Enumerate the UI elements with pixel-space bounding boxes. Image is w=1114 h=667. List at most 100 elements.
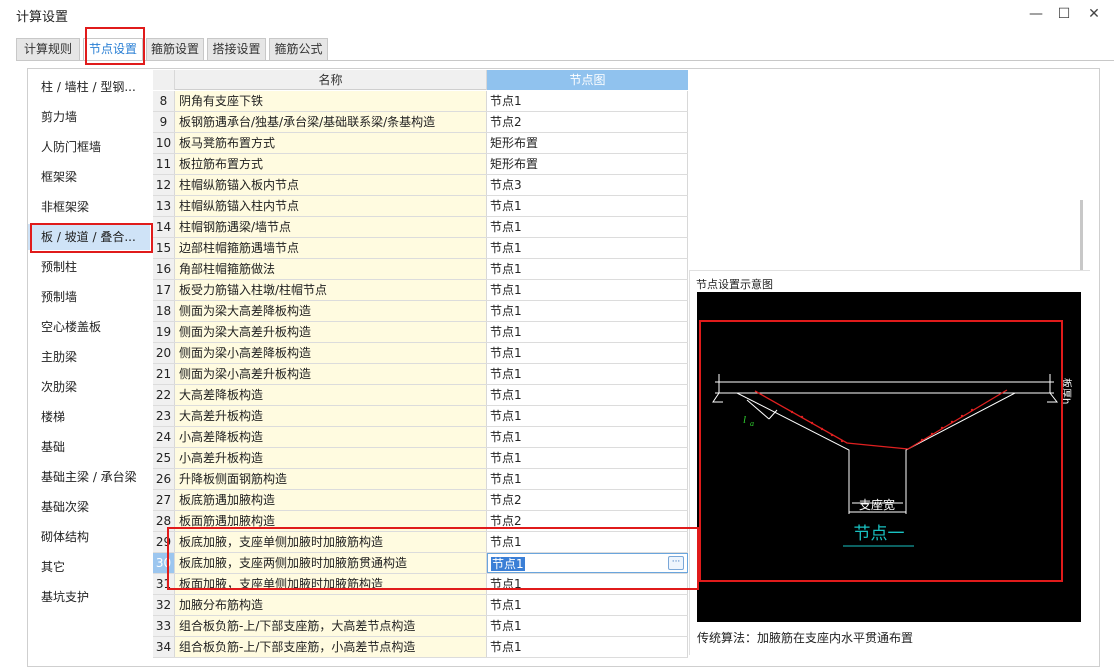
table-row[interactable]: 27 板底筋遇加腋构造 节点2 [153, 490, 688, 511]
grid-scrollbar[interactable] [1080, 200, 1083, 270]
table-row[interactable]: 17 板受力筋锚入柱墩/柱帽节点 节点1 [153, 280, 688, 301]
tab-calc-rules[interactable]: 计算规则 [16, 38, 80, 60]
table-row[interactable]: 25 小高差升板构造 节点1 [153, 448, 688, 469]
sidebar-item-stairs[interactable]: 楼梯 [28, 404, 150, 430]
row-number[interactable]: 21 [153, 364, 175, 384]
table-row[interactable]: 14 柱帽钢筋遇梁/墙节点 节点1 [153, 217, 688, 238]
row-number[interactable]: 32 [153, 595, 175, 615]
table-row[interactable]: 34 组合板负筋-上/下部支座筋，小高差节点构造 节点1 [153, 637, 688, 658]
row-node-cell[interactable]: 节点1 [487, 469, 688, 489]
table-row[interactable]: 32 加腋分布筋构造 节点1 [153, 595, 688, 616]
sidebar-item-pit-support[interactable]: 基坑支护 [28, 584, 150, 610]
table-row[interactable]: 18 侧面为梁大高差降板构造 节点1 [153, 301, 688, 322]
row-node-cell[interactable]: 节点2 [487, 112, 688, 132]
maximize-icon[interactable]: ☐ [1052, 4, 1076, 24]
row-node-cell[interactable]: 节点1 [487, 385, 688, 405]
row-number[interactable]: 22 [153, 385, 175, 405]
column-header-node[interactable]: 节点图 [487, 70, 688, 90]
table-row[interactable]: 10 板马凳筋布置方式 矩形布置 [153, 133, 688, 154]
table-row[interactable]: 19 侧面为梁大高差升板构造 节点1 [153, 322, 688, 343]
row-node-cell[interactable]: 矩形布置 [487, 133, 688, 153]
row-number[interactable]: 8 [153, 91, 175, 111]
row-node-cell[interactable]: 节点1 [487, 91, 688, 111]
row-number[interactable]: 25 [153, 448, 175, 468]
sidebar-item-other[interactable]: 其它 [28, 554, 150, 580]
row-number[interactable]: 14 [153, 217, 175, 237]
table-row[interactable]: 21 侧面为梁小高差升板构造 节点1 [153, 364, 688, 385]
row-number[interactable]: 23 [153, 406, 175, 426]
row-number[interactable]: 10 [153, 133, 175, 153]
column-header-name[interactable]: 名称 [175, 70, 487, 90]
table-row[interactable]: 9 板钢筋遇承台/独基/承台梁/基础联系梁/条基构造 节点2 [153, 112, 688, 133]
row-node-cell[interactable]: 节点1 [487, 196, 688, 216]
sidebar-item-frame-beam[interactable]: 框架梁 [28, 164, 150, 190]
close-icon[interactable]: ✕ [1082, 4, 1106, 24]
tab-lap-settings[interactable]: 搭接设置 [207, 38, 266, 60]
row-number[interactable]: 24 [153, 427, 175, 447]
sidebar-item-civil-defense-door[interactable]: 人防门框墙 [28, 134, 150, 160]
row-node-cell[interactable]: 节点1 [487, 259, 688, 279]
table-row[interactable]: 8 阴角有支座下铁 节点1 [153, 91, 688, 112]
sidebar-item-foundation-main-beam[interactable]: 基础主梁 / 承台梁 [28, 464, 150, 490]
minimize-icon[interactable]: — [1024, 4, 1048, 24]
row-node-cell[interactable]: 节点1 [487, 637, 688, 657]
row-number[interactable]: 9 [153, 112, 175, 132]
row-number[interactable]: 20 [153, 343, 175, 363]
row-number[interactable]: 27 [153, 490, 175, 510]
row-node-cell[interactable]: 节点1 [487, 217, 688, 237]
row-node-cell[interactable]: 节点1 [487, 238, 688, 258]
row-number[interactable]: 26 [153, 469, 175, 489]
row-node-cell[interactable]: 节点1 [487, 322, 688, 342]
row-node-cell[interactable]: 节点1 [487, 364, 688, 384]
tab-stirrup-settings[interactable]: 箍筋设置 [146, 38, 204, 60]
table-row[interactable]: 23 大高差升板构造 节点1 [153, 406, 688, 427]
row-number[interactable]: 16 [153, 259, 175, 279]
row-number[interactable]: 17 [153, 280, 175, 300]
row-number[interactable]: 12 [153, 175, 175, 195]
table-row[interactable]: 22 大高差降板构造 节点1 [153, 385, 688, 406]
sidebar-item-hollow-floor[interactable]: 空心楼盖板 [28, 314, 150, 340]
row-number[interactable]: 19 [153, 322, 175, 342]
table-row[interactable]: 11 板拉筋布置方式 矩形布置 [153, 154, 688, 175]
preview-caption: 传统算法：加腋筋在支座内水平贯通布置 [697, 631, 914, 645]
row-name-cell: 柱帽纵筋锚入板内节点 [175, 175, 487, 195]
table-row[interactable]: 24 小高差降板构造 节点1 [153, 427, 688, 448]
row-number[interactable]: 15 [153, 238, 175, 258]
sidebar-item-non-frame-beam[interactable]: 非框架梁 [28, 194, 150, 220]
row-node-cell[interactable]: 节点1 [487, 343, 688, 363]
table-row[interactable]: 13 柱帽纵筋锚入柱内节点 节点1 [153, 196, 688, 217]
row-number[interactable]: 13 [153, 196, 175, 216]
row-node-cell[interactable]: 节点1 [487, 406, 688, 426]
sidebar-item-main-rib-beam[interactable]: 主肋梁 [28, 344, 150, 370]
sidebar-item-masonry[interactable]: 砌体结构 [28, 524, 150, 550]
sidebar-item-precast-wall[interactable]: 预制墙 [28, 284, 150, 310]
row-node-cell[interactable]: 节点1 [487, 427, 688, 447]
sidebar-item-secondary-rib-beam[interactable]: 次肋梁 [28, 374, 150, 400]
grid-header: 名称 节点图 [153, 70, 688, 90]
row-node-cell[interactable]: 节点1 [487, 448, 688, 468]
row-node-cell[interactable]: 节点1 [487, 595, 688, 615]
row-number[interactable]: 34 [153, 637, 175, 657]
sidebar-item-column[interactable]: 柱 / 墙柱 / 型钢... [28, 74, 150, 100]
row-number[interactable]: 18 [153, 301, 175, 321]
table-row[interactable]: 33 组合板负筋-上/下部支座筋，大高差节点构造 节点1 [153, 616, 688, 637]
row-name-cell: 侧面为梁小高差降板构造 [175, 343, 487, 363]
table-row[interactable]: 20 侧面为梁小高差降板构造 节点1 [153, 343, 688, 364]
sidebar-item-foundation-secondary-beam[interactable]: 基础次梁 [28, 494, 150, 520]
sidebar-item-precast-column[interactable]: 预制柱 [28, 254, 150, 280]
row-node-cell[interactable]: 节点2 [487, 490, 688, 510]
row-number[interactable]: 11 [153, 154, 175, 174]
row-node-cell[interactable]: 节点1 [487, 616, 688, 636]
row-number[interactable]: 33 [153, 616, 175, 636]
tab-stirrup-formula[interactable]: 箍筋公式 [269, 38, 328, 60]
sidebar-item-foundation[interactable]: 基础 [28, 434, 150, 460]
table-row[interactable]: 16 角部柱帽箍筋做法 节点1 [153, 259, 688, 280]
table-row[interactable]: 15 边部柱帽箍筋遇墙节点 节点1 [153, 238, 688, 259]
row-node-cell[interactable]: 矩形布置 [487, 154, 688, 174]
sidebar-item-shear-wall[interactable]: 剪力墙 [28, 104, 150, 130]
row-node-cell[interactable]: 节点3 [487, 175, 688, 195]
row-node-cell[interactable]: 节点1 [487, 301, 688, 321]
row-node-cell[interactable]: 节点1 [487, 280, 688, 300]
table-row[interactable]: 12 柱帽纵筋锚入板内节点 节点3 [153, 175, 688, 196]
table-row[interactable]: 26 升降板侧面钢筋构造 节点1 [153, 469, 688, 490]
